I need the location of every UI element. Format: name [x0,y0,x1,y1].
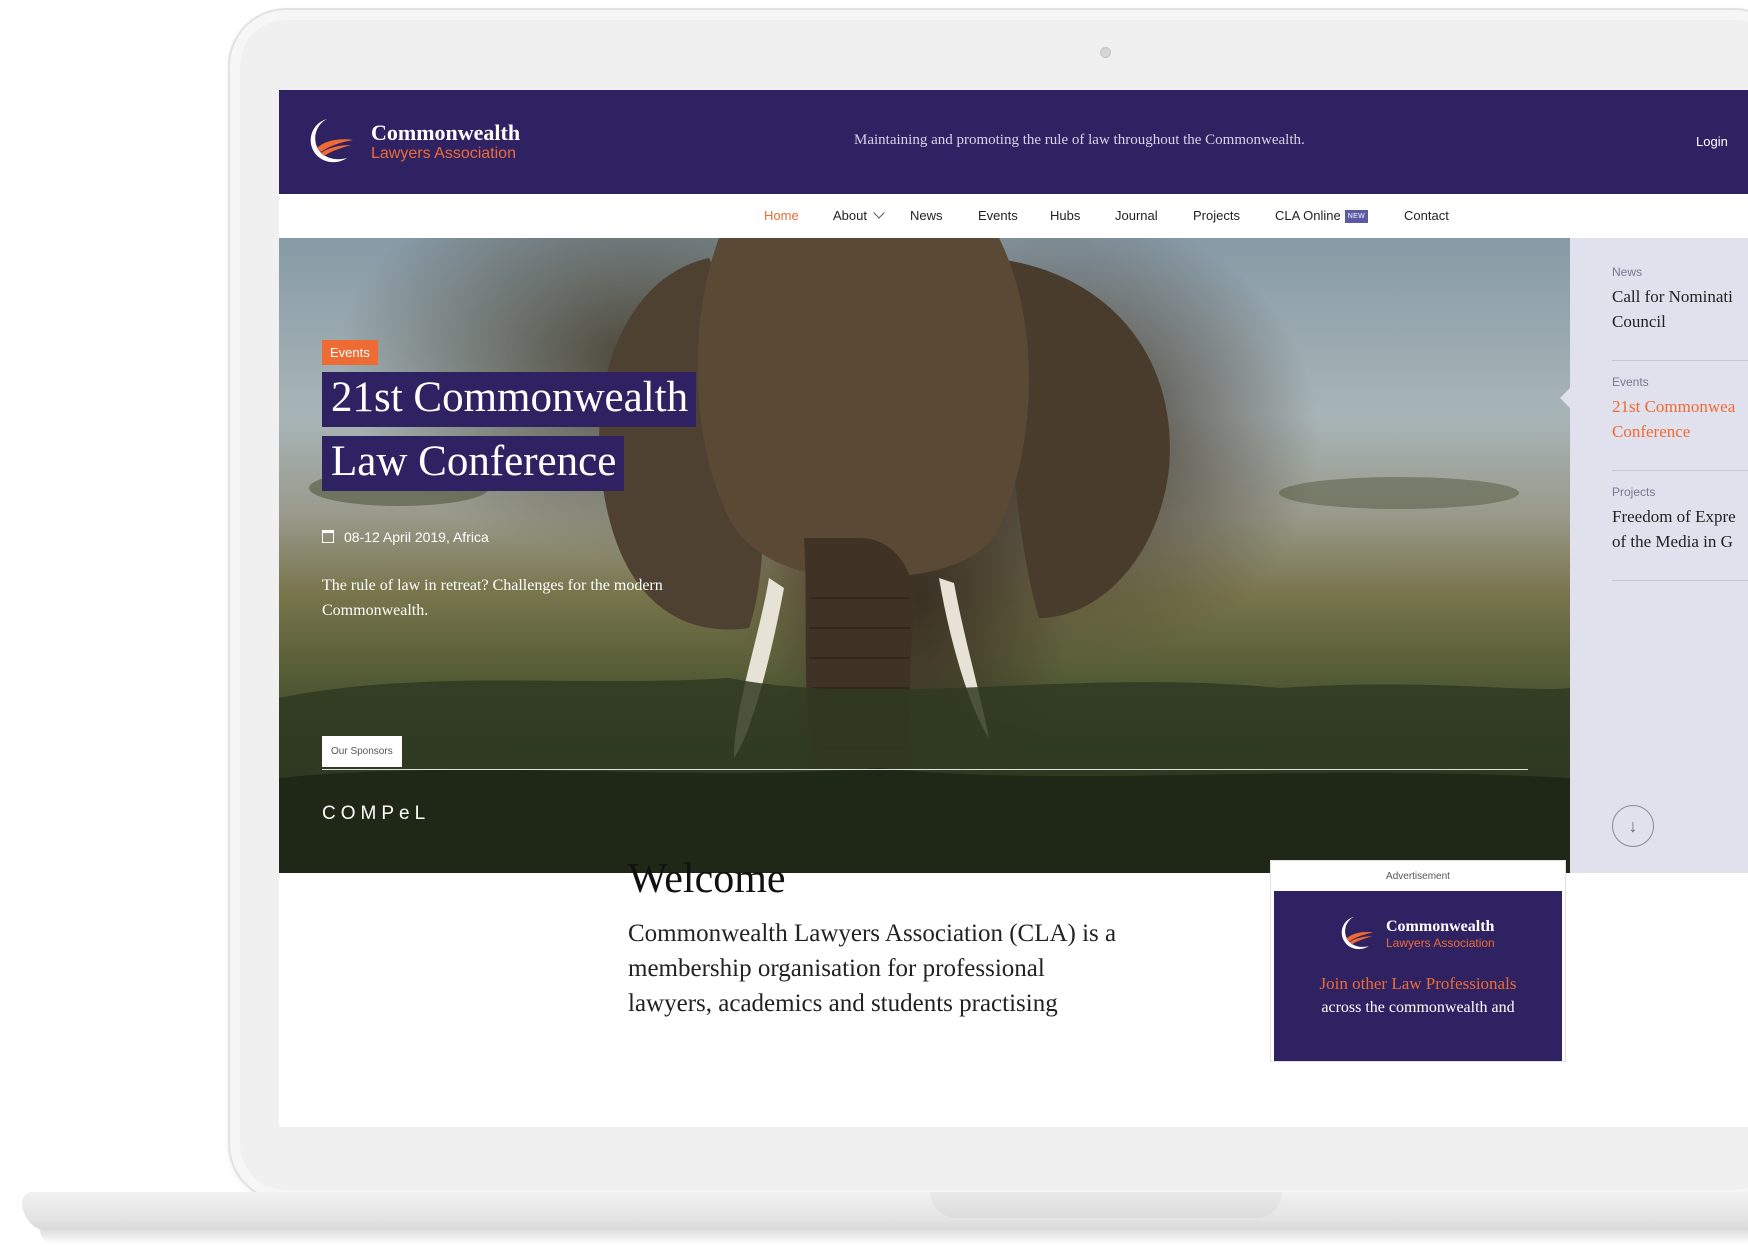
welcome-line2: membership organisation for professional [628,955,1045,982]
side-item-category: News [1612,265,1643,279]
laptop-hinge-notch [930,1192,1282,1218]
hero-title-text: 21st Commonwealth Law Conference [322,372,697,491]
site-tagline: Maintaining and promoting the rule of la… [854,132,1305,148]
advertisement-box[interactable]: Advertisement Commonwealth Lawyers Assoc… [1270,860,1566,1062]
side-item-events[interactable]: Events 21st Commonwea Conference [1612,348,1748,471]
nav-hubs[interactable]: Hubs [1050,208,1080,223]
sponsors-divider [322,769,1528,770]
side-item-title-line1: 21st Commonwea [1612,397,1736,416]
side-item-title-line2: of the Media in G [1612,532,1733,551]
welcome-line3: lawyers, academics and students practisi… [628,990,1058,1017]
hero-date-text: 08-12 April 2019, Africa [344,529,489,545]
laptop-base [22,1192,1748,1232]
login-link[interactable]: Login [1696,134,1728,149]
ad-across-text: across the commonwealth and [1321,999,1515,1016]
side-item-title-line2: Conference [1612,422,1691,441]
nav-news[interactable]: News [910,208,943,223]
side-item-title-line1: Call for Nominati [1612,287,1733,306]
hero-title[interactable]: 21st Commonwealth Law Conference [322,366,742,494]
hero-date: 08-12 April 2019, Africa [322,529,489,545]
logo-subtitle: Lawyers Association [371,145,516,162]
nav-cla-online-label: CLA Online [1275,208,1341,223]
elephant-photo [279,238,1570,873]
logo-globe-icon [1341,916,1374,950]
sponsor-logo[interactable]: COMPeL [322,803,430,825]
hero-description: The rule of law in retreat? Challenges f… [322,577,663,619]
welcome-paragraph: Commonwealth Lawyers Association (CLA) i… [628,916,1168,1021]
logo-globe-icon [310,119,353,163]
side-item-category: Projects [1612,485,1656,499]
side-item-news[interactable]: News Call for Nominati Council [1612,238,1748,361]
advertisement-label: Advertisement [1386,871,1450,882]
ad-logo-title: Commonwealth [1386,918,1495,935]
advertisement-banner: Commonwealth Lawyers Association Join ot… [1274,891,1562,1061]
welcome-heading: Welcome [628,856,786,902]
nav-projects[interactable]: Projects [1193,208,1240,223]
ad-logo-subtitle: Lawyers Association [1386,936,1495,950]
side-item-title: Call for Nominati Council [1612,284,1748,334]
side-item-title-line1: Freedom of Expre [1612,507,1736,526]
nav-about-label: About [833,208,867,223]
nav-about[interactable]: About [833,207,885,223]
calendar-icon [322,530,334,543]
featured-side-panel: News Call for Nominati Council Events 21s… [1560,238,1748,873]
laptop-base-shadow [40,1230,1748,1244]
ad-logo: Commonwealth Lawyers Association [1336,913,1495,955]
side-item-title: Freedom of Expre of the Media in G [1612,504,1748,554]
active-pointer [1560,386,1572,410]
side-item-category: Events [1612,375,1649,389]
site-logo[interactable]: Commonwealth Lawyers Association [303,114,520,170]
chevron-down-icon [873,207,885,219]
welcome-line1: Commonwealth Lawyers Association (CLA) i… [628,920,1117,947]
nav-home[interactable]: Home [764,208,799,223]
main-nav: Home About News Events Hubs Journal Proj… [279,194,1748,239]
sponsors-label: Our Sponsors [322,736,402,767]
nav-cla-online[interactable]: CLA Online NEW [1275,208,1368,225]
camera-icon [1100,47,1111,58]
nav-events[interactable]: Events [978,208,1018,223]
hero-category-tag[interactable]: Events [322,340,378,365]
browser-screen: Commonwealth Lawyers Association Maintai… [279,90,1748,1127]
nav-contact[interactable]: Contact [1404,208,1449,223]
nav-journal[interactable]: Journal [1115,208,1158,223]
new-badge: NEW [1344,210,1368,223]
logo-title: Commonwealth [371,120,521,145]
side-item-title: 21st Commonwea Conference [1612,394,1748,444]
side-item-projects[interactable]: Projects Freedom of Expre of the Media in… [1612,458,1748,581]
site-header: Commonwealth Lawyers Association Maintai… [279,90,1748,194]
ad-join-text: Join other Law Professionals [1319,974,1517,993]
arrow-down-icon[interactable]: ↓ [1612,805,1654,847]
side-item-title-line2: Council [1612,312,1666,331]
hero-banner: Events 21st Commonwealth Law Conference … [279,238,1570,873]
